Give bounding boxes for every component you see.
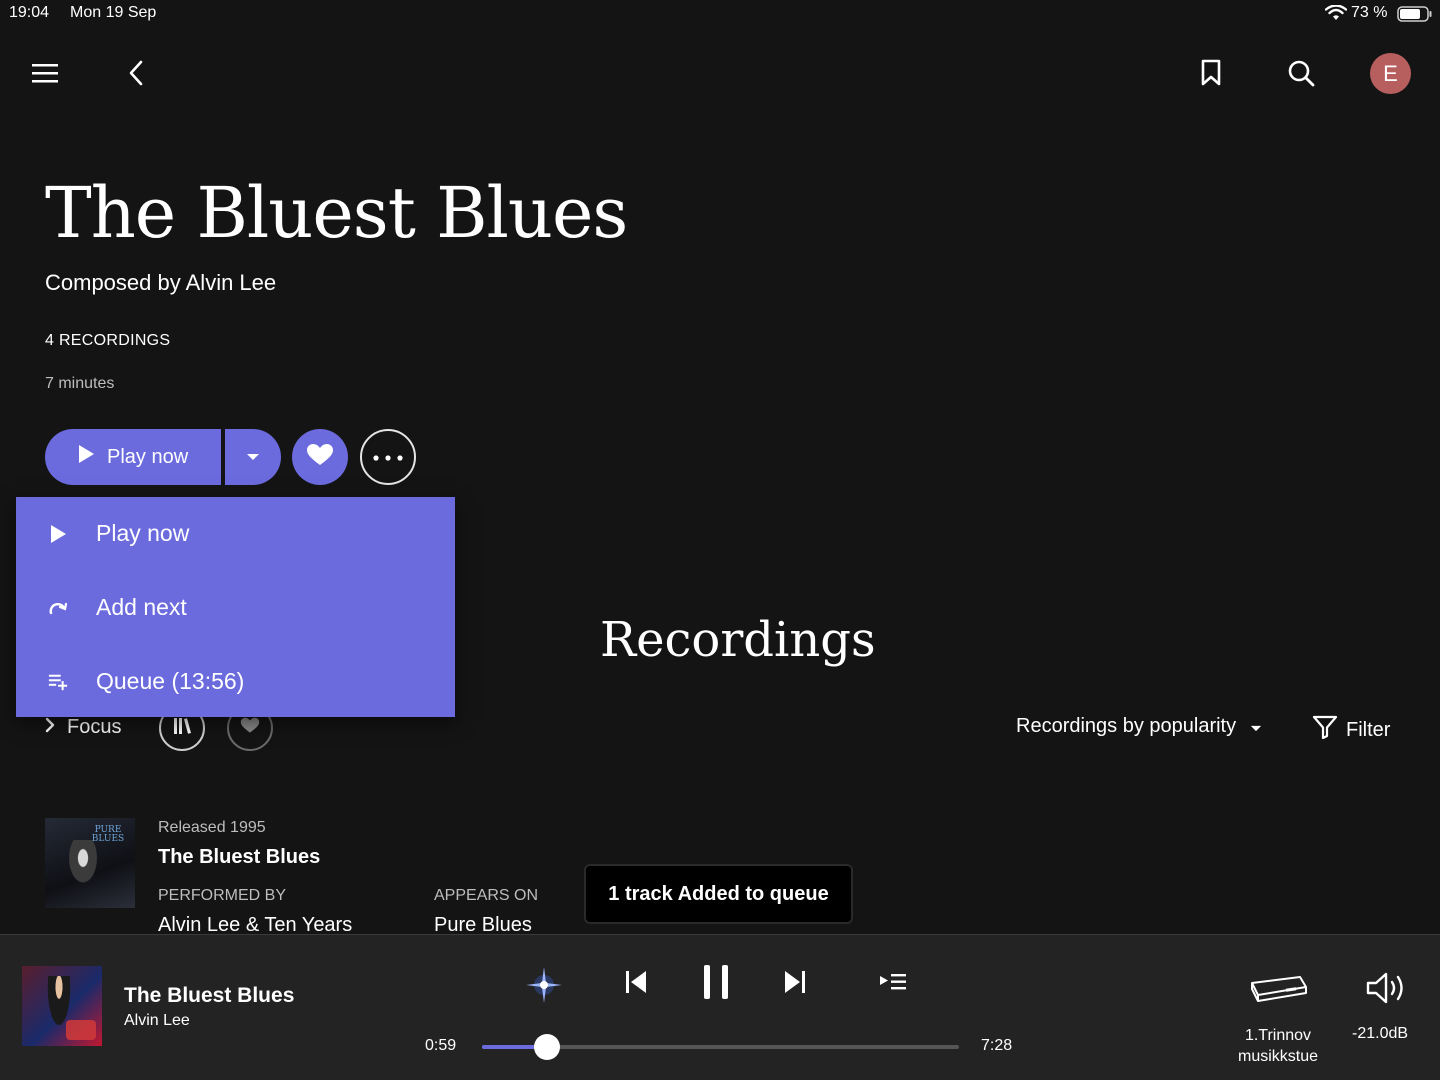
queue-add-icon (48, 672, 68, 692)
play-icon (48, 524, 68, 544)
menu-item-label: Play now (96, 520, 190, 546)
skip-forward-icon (784, 970, 806, 999)
search-icon[interactable] (1284, 56, 1318, 90)
appears-on-label: APPEARS ON (434, 887, 539, 904)
speaker-icon (1365, 971, 1409, 1010)
device-icon (1248, 973, 1308, 1008)
status-date: Mon 19 Sep (70, 4, 157, 21)
recording-title[interactable]: The Bluest Blues (158, 846, 320, 869)
pause-icon (703, 964, 729, 1005)
release-year: Released 1995 (158, 819, 266, 836)
now-playing-title: The Bluest Blues (124, 984, 295, 1007)
filter-label: Filter (1346, 718, 1391, 741)
duration-label: 7 minutes (45, 375, 115, 392)
now-playing-artist[interactable]: Alvin Lee (124, 1012, 190, 1030)
hamburger-icon[interactable] (28, 56, 62, 90)
menu-item-add-next[interactable]: Add next (16, 571, 455, 644)
recordings-count: 4 RECORDINGS (45, 332, 171, 349)
bookmark-icon[interactable] (1194, 56, 1228, 90)
filter-button[interactable]: Filter (1312, 715, 1390, 745)
caret-down-icon (246, 448, 260, 466)
total-time: 7:28 (981, 1037, 1013, 1054)
chevron-left-icon[interactable] (122, 56, 150, 90)
battery-percentage: 73 % (1351, 4, 1388, 21)
pause-button[interactable] (696, 962, 736, 1006)
heart-icon (240, 717, 260, 739)
battery-icon (1397, 6, 1433, 27)
composer-line: Composed by Alvin Lee (45, 270, 277, 295)
chevron-right-icon (45, 716, 55, 739)
play-now-label: Play now (107, 445, 189, 468)
status-time: 19:04 (9, 4, 50, 21)
sparkle-icon[interactable] (524, 965, 564, 1005)
queue-list-icon (879, 972, 907, 997)
progress-handle[interactable] (534, 1034, 560, 1060)
recordings-heading: Recordings (600, 612, 876, 668)
performed-by-label: PERFORMED BY (158, 887, 287, 904)
album-art[interactable]: PURE BLUES (45, 818, 135, 908)
add-next-icon (48, 598, 68, 618)
next-track-button[interactable] (777, 966, 813, 1002)
menu-item-queue[interactable]: Queue (13:56) (16, 645, 455, 718)
toast-notification: 1 track Added to queue (586, 866, 851, 922)
sort-dropdown[interactable]: Recordings by popularity (1016, 715, 1262, 738)
play-icon (77, 444, 95, 470)
focus-toggle[interactable]: Focus (45, 716, 121, 739)
sort-label: Recordings by popularity (1016, 715, 1237, 737)
filter-icon (1312, 715, 1338, 745)
more-options-button[interactable] (360, 429, 416, 485)
output-device-label: 1.Trinnov musikkstue (1237, 1027, 1319, 1065)
play-options-dropdown-button[interactable] (225, 429, 281, 485)
art-logo-mark (66, 1020, 96, 1040)
wifi-icon (1324, 4, 1348, 26)
output-device-button[interactable] (1246, 970, 1310, 1010)
favorite-button[interactable] (292, 429, 348, 485)
previous-track-button[interactable] (618, 966, 654, 1002)
appears-on-album[interactable]: Pure Blues (434, 914, 532, 934)
play-now-button[interactable]: Play now (45, 429, 221, 485)
elapsed-time: 0:59 (425, 1037, 457, 1054)
volume-level: -21.0dB (1352, 1025, 1409, 1042)
guitarist-figure (67, 840, 107, 900)
caret-down-icon (1250, 715, 1262, 738)
performer-name[interactable]: Alvin Lee & Ten Years (158, 914, 352, 934)
skip-back-icon (625, 970, 647, 999)
volume-button[interactable] (1364, 970, 1410, 1010)
play-options-menu: Play now Add next Queue (13:56) (16, 497, 455, 717)
page-title: The Bluest Blues (45, 172, 628, 254)
menu-item-label: Add next (96, 594, 187, 620)
menu-item-label: Queue (13:56) (96, 668, 245, 694)
now-playing-art[interactable] (22, 966, 102, 1046)
focus-label: Focus (67, 716, 122, 738)
more-dots-icon (373, 448, 403, 466)
library-icon (172, 717, 192, 740)
avatar[interactable]: E (1370, 53, 1411, 94)
heart-icon (306, 443, 334, 472)
queue-button[interactable] (875, 968, 911, 1000)
menu-item-play-now[interactable]: Play now (16, 497, 455, 570)
